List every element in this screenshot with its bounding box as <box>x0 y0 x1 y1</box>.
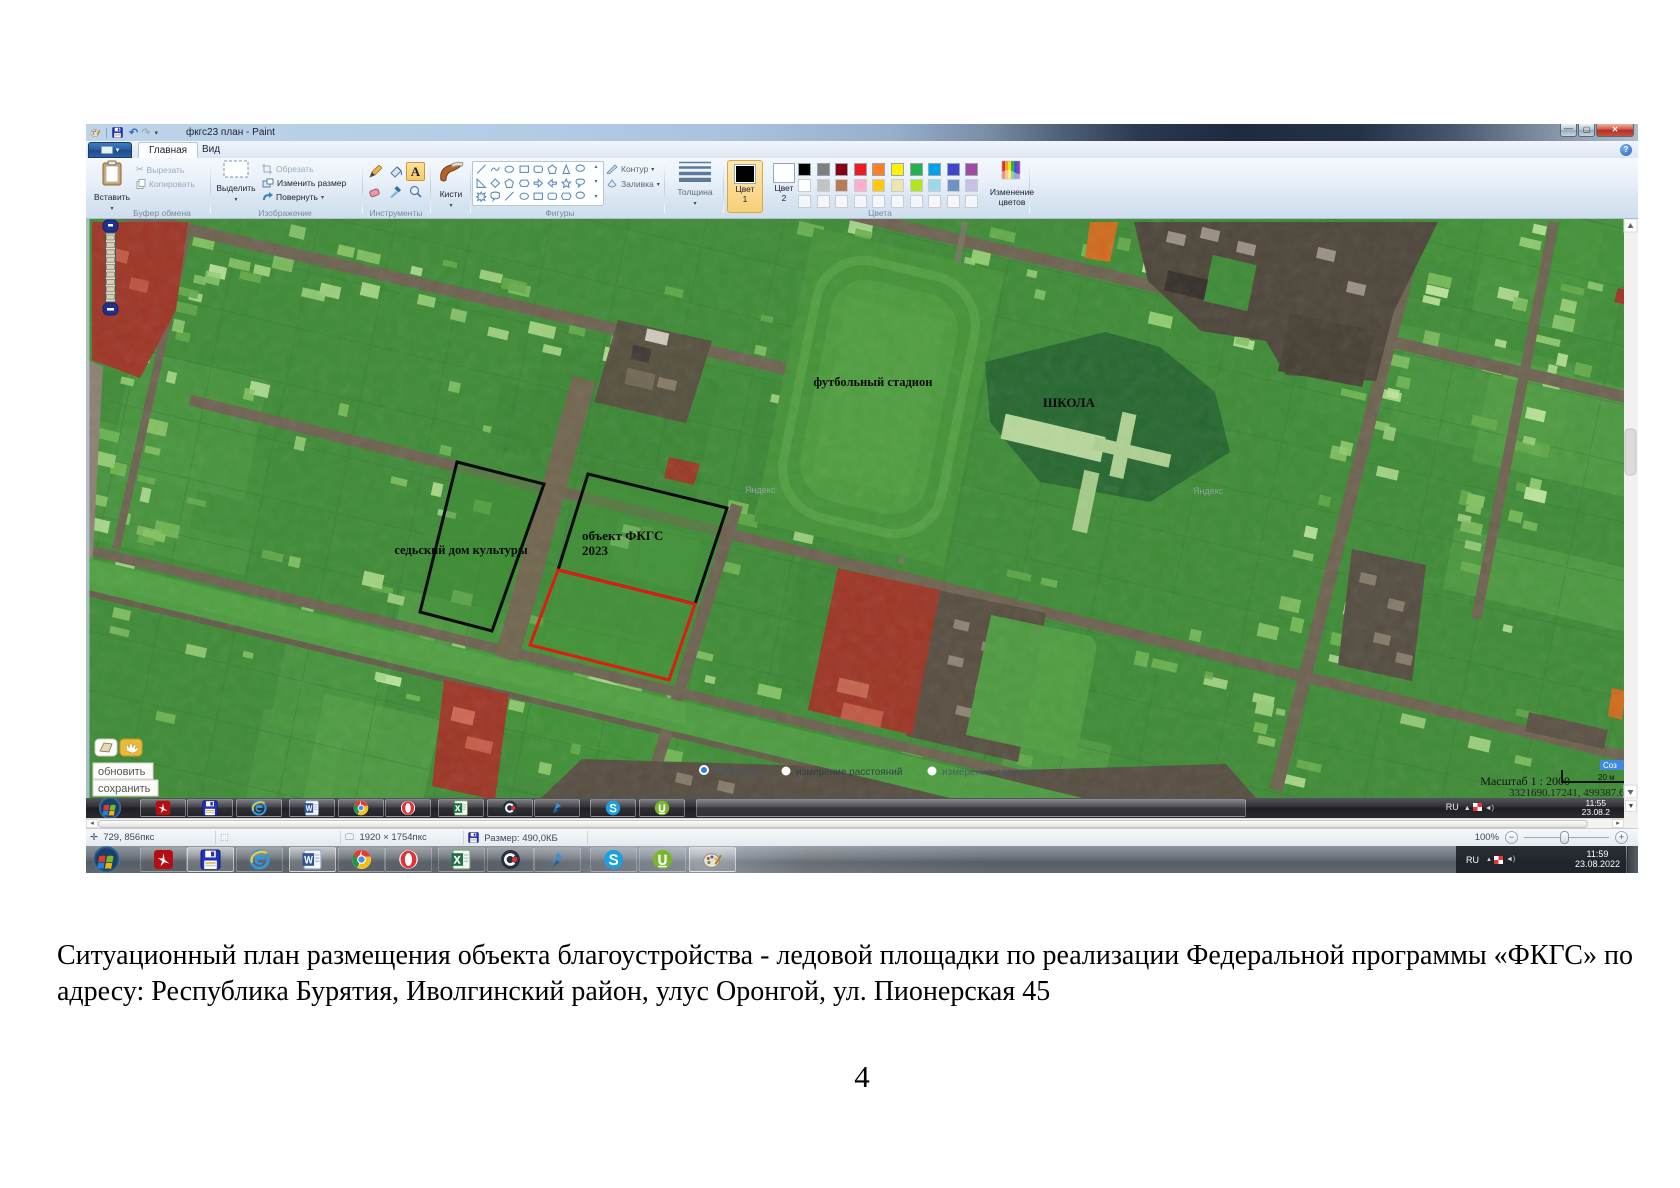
svg-text:навигация: навигация <box>714 766 762 777</box>
svg-text:обновить: обновить <box>98 766 146 778</box>
svg-text:Масштаб 1 : 2000: Масштаб 1 : 2000 <box>1480 774 1570 788</box>
svg-text:седьский дом культуры: седьский дом культуры <box>394 543 528 557</box>
svg-text:ШКОЛА: ШКОЛА <box>1043 395 1096 410</box>
svg-text:3321690.17241, 499387.64: 3321690.17241, 499387.64 <box>1509 787 1631 798</box>
svg-text:измерение площади: измерение площади <box>942 767 1037 778</box>
svg-text:измерение расстояний: измерение расстояний <box>796 767 902 778</box>
svg-text:Яндекс: Яндекс <box>745 485 776 495</box>
svg-text:2023: 2023 <box>582 543 609 558</box>
svg-text:сохранить: сохранить <box>98 783 151 795</box>
svg-text:Яндекс: Яндекс <box>1193 486 1224 496</box>
svg-text:объект ФКГС: объект ФКГС <box>582 528 663 543</box>
svg-text:20 м: 20 м <box>1598 773 1615 782</box>
svg-text:Соз: Соз <box>1603 761 1617 770</box>
svg-text:футбольный стадион: футбольный стадион <box>814 375 933 389</box>
